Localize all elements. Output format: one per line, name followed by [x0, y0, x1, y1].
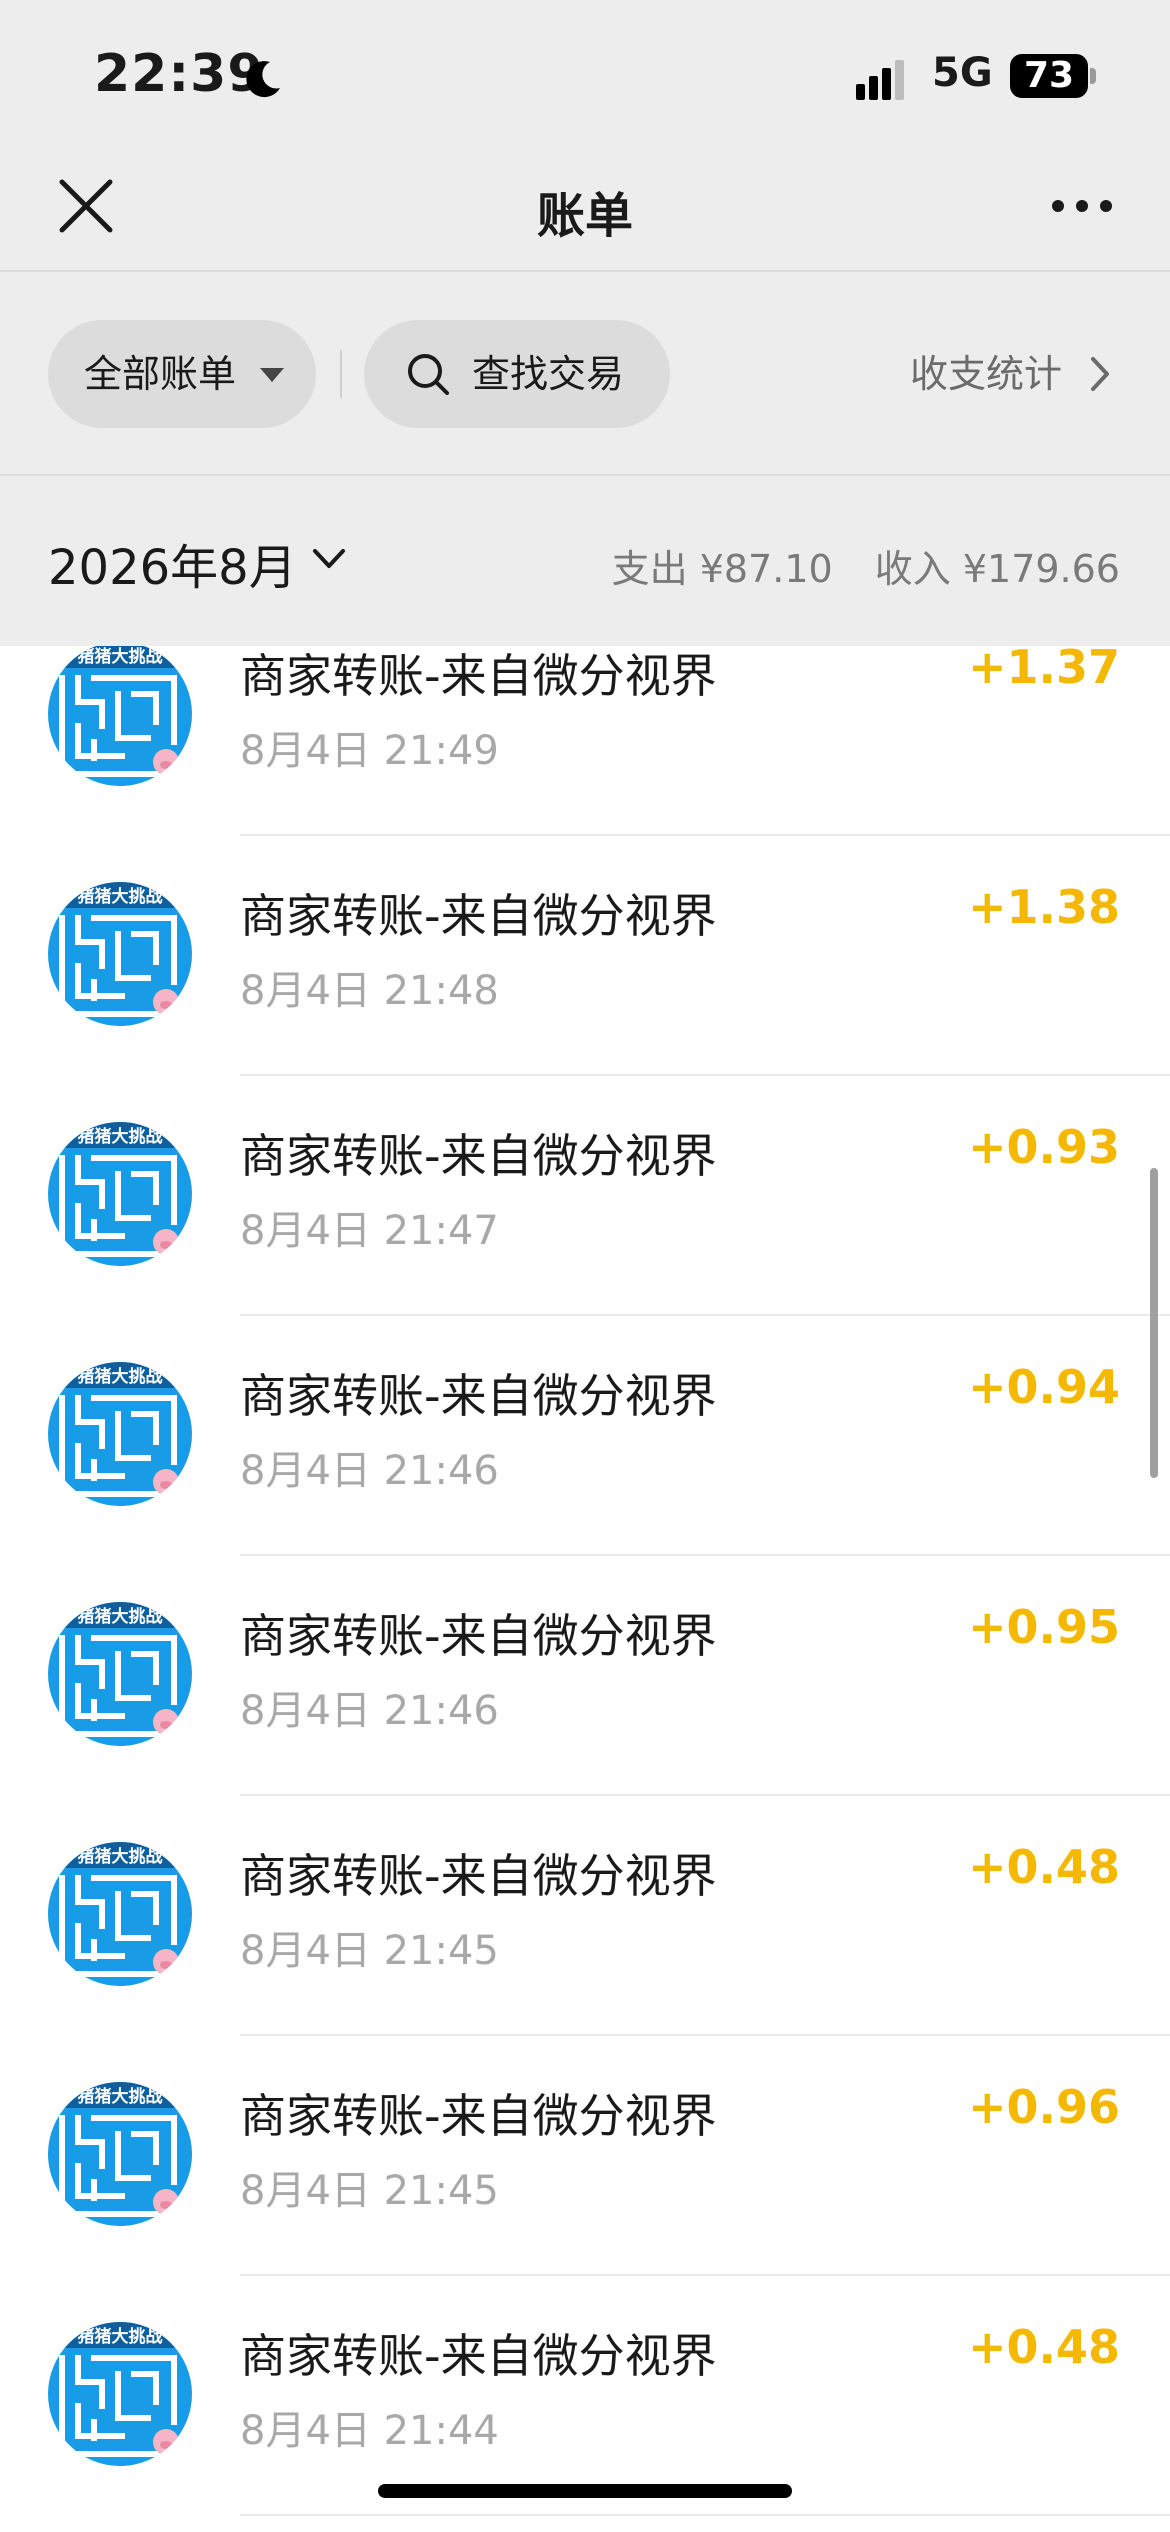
transaction-time: 8月4日 21:45: [240, 2168, 499, 2214]
transaction-list: 猪猪大挑战 商家转账-来自微分视界 8月4日 21:49 +1.37 猪猪大挑战…: [0, 646, 1170, 2532]
transaction-title: 商家转账-来自微分视界: [240, 2089, 717, 2143]
moon-icon: [246, 61, 280, 98]
month-bar: 2026年8月 支出 ¥87.10 收入 ¥179.66: [0, 476, 1170, 646]
chevron-down-icon[interactable]: [312, 548, 346, 570]
merchant-avatar: 猪猪大挑战: [48, 1362, 192, 1506]
transaction-title: 商家转账-来自微分视界: [240, 889, 717, 943]
expense-total: 支出 ¥87.10: [611, 547, 833, 591]
all-bills-label: 全部账单: [84, 352, 237, 396]
svg-text:猪猪大挑战: 猪猪大挑战: [78, 1366, 163, 1387]
transaction-amount: +1.38: [967, 880, 1120, 934]
month-summary: 支出 ¥87.10 收入 ¥179.66: [612, 538, 1120, 593]
transaction-title: 商家转账-来自微分视界: [240, 2329, 717, 2383]
transaction-time: 8月4日 21:46: [240, 1448, 499, 1494]
transaction-title: 商家转账-来自微分视界: [240, 1849, 717, 1903]
battery-tip: [1090, 68, 1096, 84]
battery-icon: 73: [1010, 54, 1088, 98]
bill-page: 22:39 5G 73 账单 全部账单 查找交易 收支统计 2026年8月 支出…: [0, 0, 1170, 2532]
merchant-avatar: 猪猪大挑战: [48, 1842, 192, 1986]
transaction-row[interactable]: 猪猪大挑战 商家转账-来自微分视界 8月4日 21:47 +0.93: [0, 1076, 1170, 1316]
svg-text:猪猪大挑战: 猪猪大挑战: [78, 1846, 163, 1867]
transaction-title: 商家转账-来自微分视界: [240, 1369, 717, 1423]
svg-text:猪猪大挑战: 猪猪大挑战: [78, 886, 163, 907]
transaction-row[interactable]: 猪猪大挑战 商家转账-来自微分视界 8月4日 21:46 +0.94: [0, 1316, 1170, 1556]
caret-down-icon: [260, 368, 284, 382]
transaction-amount: +1.37: [967, 646, 1120, 694]
transaction-amount: +0.94: [967, 1360, 1120, 1414]
search-transaction-button[interactable]: 查找交易: [364, 320, 670, 428]
signal-icon: [856, 60, 904, 100]
more-icon[interactable]: [1046, 176, 1118, 236]
transaction-amount: +0.96: [967, 2080, 1120, 2134]
status-bar: 22:39 5G 73: [0, 0, 1170, 140]
maze-avatar-icon: 猪猪大挑战: [48, 1362, 192, 1506]
maze-avatar-icon: 猪猪大挑战: [48, 646, 192, 786]
transaction-row[interactable]: 猪猪大挑战 商家转账-来自微分视界 8月4日 21:45 +0.96: [0, 2036, 1170, 2276]
transaction-time: 8月4日 21:46: [240, 1688, 499, 1734]
filter-divider: [340, 350, 342, 398]
transaction-time: 8月4日 21:47: [240, 1208, 499, 1254]
page-title: 账单: [536, 188, 633, 244]
maze-avatar-icon: 猪猪大挑战: [48, 2322, 192, 2466]
maze-avatar-icon: 猪猪大挑战: [48, 2082, 192, 2226]
merchant-avatar: 猪猪大挑战: [48, 882, 192, 1026]
svg-text:猪猪大挑战: 猪猪大挑战: [78, 1126, 163, 1147]
transaction-row[interactable]: 猪猪大挑战 商家转账-来自微分视界 8月4日 21:49 +1.37: [0, 646, 1170, 836]
month-picker[interactable]: 2026年8月: [48, 528, 297, 598]
transaction-time: 8月4日 21:48: [240, 968, 499, 1014]
merchant-avatar: 猪猪大挑战: [48, 1122, 192, 1266]
transaction-time: 8月4日 21:49: [240, 728, 499, 774]
transaction-amount: +0.93: [967, 1120, 1120, 1174]
maze-avatar-icon: 猪猪大挑战: [48, 1842, 192, 1986]
maze-avatar-icon: 猪猪大挑战: [48, 1602, 192, 1746]
merchant-avatar: 猪猪大挑战: [48, 2322, 192, 2466]
all-bills-filter[interactable]: 全部账单: [48, 320, 316, 428]
network-type: 5G: [932, 50, 993, 96]
income-total: 收入 ¥179.66: [874, 547, 1120, 591]
maze-avatar-icon: 猪猪大挑战: [48, 1122, 192, 1266]
filter-bar: 全部账单 查找交易 收支统计: [0, 272, 1170, 476]
status-time: 22:39: [94, 44, 265, 104]
transaction-title: 商家转账-来自微分视界: [240, 649, 717, 703]
transaction-row[interactable]: 猪猪大挑战 商家转账-来自微分视界 8月4日 21:45 +0.48: [0, 1796, 1170, 2036]
transaction-time: 8月4日 21:45: [240, 1928, 499, 1974]
chevron-right-icon: [1091, 357, 1109, 391]
scrollbar[interactable]: [1150, 1168, 1158, 1478]
transaction-amount: +0.95: [967, 1600, 1120, 1654]
transaction-time: 8月4日 21:44: [240, 2408, 499, 2454]
svg-text:猪猪大挑战: 猪猪大挑战: [78, 1606, 163, 1627]
transaction-row[interactable]: 猪猪大挑战 商家转账-来自微分视界 8月4日 21:48 +1.38: [0, 836, 1170, 1076]
transaction-amount: +0.48: [967, 2320, 1120, 2374]
transaction-title: 商家转账-来自微分视界: [240, 1129, 717, 1183]
search-label: 查找交易: [472, 352, 625, 396]
merchant-avatar: 猪猪大挑战: [48, 1602, 192, 1746]
transaction-amount: +0.48: [967, 1840, 1120, 1894]
home-indicator: [378, 2484, 792, 2498]
search-icon: [408, 354, 449, 395]
merchant-avatar: 猪猪大挑战: [48, 2082, 192, 2226]
stats-link[interactable]: 收支统计: [910, 320, 1062, 428]
svg-text:猪猪大挑战: 猪猪大挑战: [78, 2326, 163, 2347]
transaction-row[interactable]: 猪猪大挑战 商家转账-来自微分视界 8月4日 21:44 +0.48: [0, 2276, 1170, 2516]
transaction-row[interactable]: 猪猪大挑战 商家转账-来自微分视界 8月4日 21:46 +0.95: [0, 1556, 1170, 1796]
transaction-title: 商家转账-来自微分视界: [240, 1609, 717, 1663]
row-divider: [240, 2514, 1170, 2516]
svg-text:猪猪大挑战: 猪猪大挑战: [78, 2086, 163, 2107]
svg-text:猪猪大挑战: 猪猪大挑战: [78, 646, 163, 667]
merchant-avatar: 猪猪大挑战: [48, 646, 192, 786]
nav-bar: 账单: [0, 140, 1170, 272]
maze-avatar-icon: 猪猪大挑战: [48, 882, 192, 1026]
